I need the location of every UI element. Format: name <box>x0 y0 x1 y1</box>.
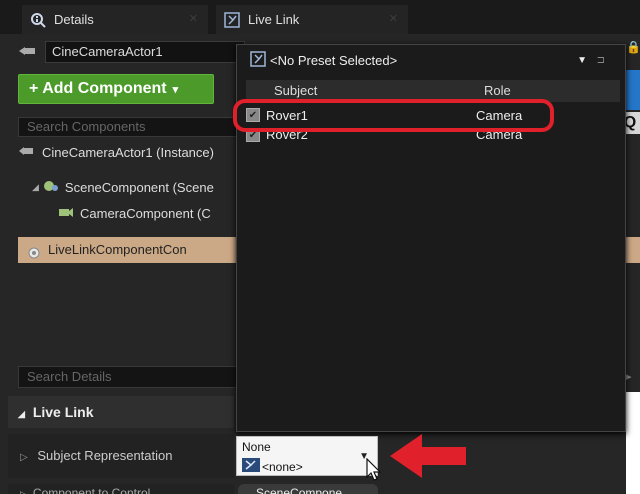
component-gear-icon <box>26 243 42 269</box>
tab-details-label: Details <box>54 12 94 27</box>
dropdown-title: None <box>242 440 271 454</box>
column-subject[interactable]: Subject <box>274 83 317 98</box>
property-subject-representation: ▷ Subject Representation <box>8 434 234 478</box>
tree-item-actor[interactable]: CineCameraActor1 (Instance) <box>18 140 214 164</box>
highlight-annotation <box>233 99 554 132</box>
search-details-input[interactable]: Search Details <box>18 366 240 388</box>
scene-component-icon <box>43 179 59 196</box>
chevron-down-icon: ▾ <box>172 83 179 96</box>
tree-item-scene-component[interactable]: ◢ SceneComponent (Scene <box>32 175 214 199</box>
tab-live-link-label: Live Link <box>248 12 300 27</box>
livelink-icon <box>224 11 240 28</box>
category-live-link[interactable]: ◢ Live Link <box>8 396 234 428</box>
actor-icon <box>18 145 34 160</box>
preset-label: <No Preset Selected> <box>270 52 398 68</box>
subject-representation-dropdown[interactable]: None <none> ▼ <box>236 436 378 476</box>
eye-icon[interactable]: ▸ <box>626 366 640 388</box>
collapse-triangle-icon[interactable]: ▷ <box>20 452 28 463</box>
tree-item-label: CineCameraActor1 (Instance) <box>42 144 214 160</box>
actor-name-field[interactable]: CineCameraActor1 <box>45 41 245 63</box>
expand-triangle-icon: ◢ <box>18 409 25 419</box>
chevron-down-icon: ▼ <box>577 54 587 66</box>
tab-details[interactable]: Details ✕ <box>22 5 208 34</box>
tree-item-label: SceneComponent (Scene <box>64 179 214 195</box>
tree-item-label: LiveLinkComponentCon <box>48 242 187 257</box>
dropdown-value: <none> <box>262 459 303 474</box>
category-label: Live Link <box>32 404 94 420</box>
property-label: Component to Control <box>32 486 151 494</box>
mouse-cursor-icon <box>366 457 384 485</box>
close-icon[interactable]: ✕ <box>389 12 398 25</box>
close-icon[interactable]: ✕ <box>189 12 198 25</box>
preset-selector[interactable]: <No Preset Selected> ▼ ⊐ <box>240 48 605 72</box>
lock-icon[interactable]: 🔒 <box>626 40 640 60</box>
accent-bar <box>626 70 640 110</box>
property-next-row: ▷ Component to Control <box>8 484 234 494</box>
camera-icon <box>58 205 74 222</box>
component-picker-value: SceneCompone <box>256 486 343 494</box>
property-label: Subject Representation <box>37 448 173 463</box>
expand-triangle-icon: ◢ <box>32 181 39 192</box>
dropdown-value-row: <none> <box>242 458 303 475</box>
tree-item-label: CameraComponent (C <box>80 205 211 221</box>
column-role[interactable]: Role <box>484 83 511 98</box>
search-components-input[interactable]: Search Components <box>18 117 240 137</box>
component-picker[interactable]: SceneCompone <box>238 484 378 494</box>
collapse-triangle-icon[interactable]: ▷ <box>20 489 27 494</box>
tab-live-link[interactable]: Live Link ✕ <box>216 5 408 34</box>
pin-icon[interactable]: ⊐ <box>597 55 605 66</box>
outside-area <box>626 392 640 494</box>
actor-icon <box>18 44 36 61</box>
add-component-button[interactable]: + Add Component ▾ <box>18 74 214 104</box>
arrow-annotation <box>390 434 466 481</box>
add-component-label: + Add Component <box>29 80 167 97</box>
details-icon <box>30 12 46 28</box>
tree-item-camera-component[interactable]: CameraComponent (C <box>58 201 211 225</box>
livelink-icon <box>242 458 260 475</box>
livelink-icon <box>250 50 266 70</box>
tree-item-livelink-controller[interactable]: LiveLinkComponentCon <box>18 237 248 263</box>
